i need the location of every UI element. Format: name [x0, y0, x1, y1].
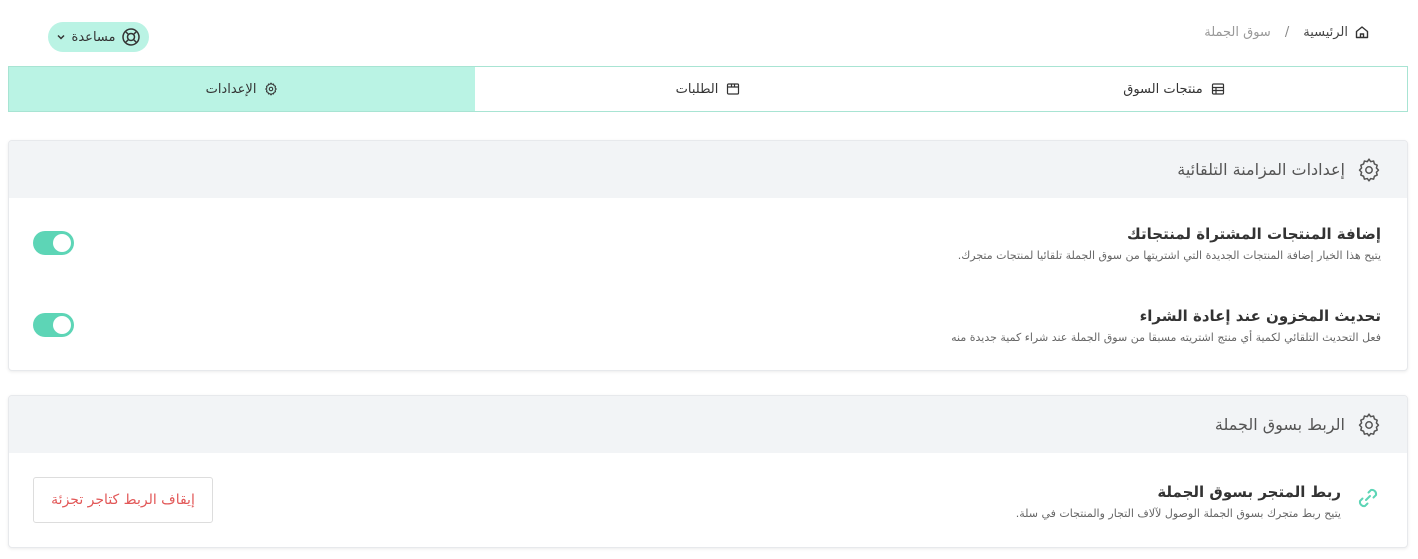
- home-icon[interactable]: [1354, 24, 1370, 40]
- help-label: مساعدة: [71, 29, 116, 45]
- breadcrumb-home-link[interactable]: الرئيسية: [1303, 25, 1348, 40]
- connection-card-title: الربط بسوق الجملة: [1214, 415, 1345, 434]
- setting-row-add-purchased: إضافة المنتجات المشتراة لمنتجاتك يتيح هذ…: [9, 198, 1407, 280]
- gear-icon: [1357, 412, 1381, 437]
- add-purchased-products-toggle[interactable]: [33, 231, 74, 255]
- auto-sync-card-header: إعدادات المزامنة التلقائية: [9, 141, 1407, 198]
- setting-description: يتيح هذا الخيار إضافة المنتجات الجديدة ا…: [957, 249, 1381, 262]
- gear-icon: [1357, 157, 1381, 182]
- setting-description: فعل التحديث التلقائي لكمية أي منتج اشتري…: [951, 331, 1381, 344]
- tabs-bar: منتجات السوق الطلبات الإعدادات: [8, 66, 1408, 112]
- setting-title: تحديث المخزون عند إعادة الشراء: [1139, 307, 1381, 325]
- gear-icon: [264, 82, 278, 96]
- breadcrumb-separator: /: [1284, 24, 1290, 40]
- store-icon: [1211, 82, 1225, 96]
- connection-card: الربط بسوق الجملة ربط المتجر بسوق الجملة…: [8, 395, 1408, 548]
- chevron-down-icon: [56, 32, 66, 42]
- setting-row-update-stock: تحديث المخزون عند إعادة الشراء فعل التحد…: [9, 280, 1407, 362]
- auto-sync-settings-card: إعدادات المزامنة التلقائية إضافة المنتجا…: [8, 140, 1408, 371]
- tab-label: الإعدادات: [205, 81, 257, 97]
- breadcrumb-current: سوق الجملة: [1204, 24, 1271, 40]
- connection-card-header: الربط بسوق الجملة: [9, 396, 1407, 453]
- connection-row-title: ربط المتجر بسوق الجملة: [1157, 483, 1341, 501]
- setting-title: إضافة المنتجات المشتراة لمنتجاتك: [1127, 225, 1381, 243]
- tab-settings[interactable]: الإعدادات: [9, 67, 475, 111]
- tab-market-products[interactable]: منتجات السوق: [941, 67, 1407, 111]
- store-connection-row: ربط المتجر بسوق الجملة يتيح ربط متجرك بس…: [9, 453, 1407, 547]
- tab-label: الطلبات: [675, 81, 719, 97]
- stop-retail-connection-button[interactable]: إيقاف الربط كتاجر تجزئة: [33, 477, 213, 523]
- tab-orders[interactable]: الطلبات: [475, 67, 941, 111]
- link-icon: [1355, 485, 1381, 511]
- box-icon: [726, 82, 740, 96]
- lifebuoy-icon: [121, 27, 141, 47]
- connection-row-description: يتيح ربط متجرك بسوق الجملة الوصول لآلاف …: [1015, 507, 1341, 520]
- auto-sync-card-title: إعدادات المزامنة التلقائية: [1177, 160, 1345, 179]
- update-stock-toggle[interactable]: [33, 313, 74, 337]
- tab-label: منتجات السوق: [1123, 81, 1203, 97]
- help-button[interactable]: مساعدة: [48, 22, 149, 52]
- breadcrumb: الرئيسية / سوق الجملة: [1204, 24, 1370, 40]
- toggle-knob: [53, 316, 71, 334]
- toggle-knob: [53, 234, 71, 252]
